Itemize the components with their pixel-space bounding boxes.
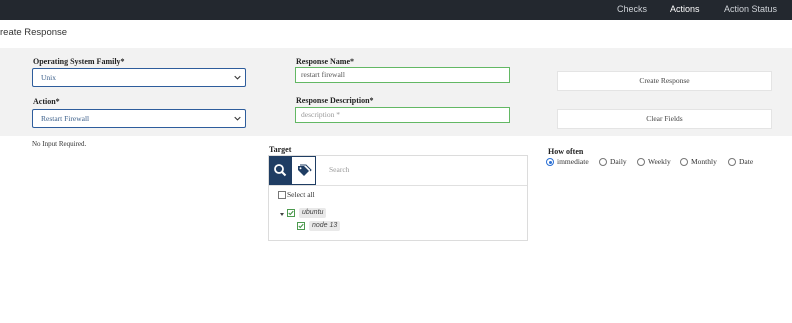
search-tab-button[interactable] bbox=[269, 156, 291, 185]
radio-date[interactable] bbox=[728, 158, 736, 166]
radio-immediate[interactable] bbox=[546, 158, 554, 166]
tree-item-node-13[interactable]: node 13 bbox=[309, 221, 341, 231]
top-navbar: Checks Actions Action Status bbox=[0, 0, 792, 20]
target-divider bbox=[269, 185, 527, 186]
target-search-input[interactable]: Search bbox=[329, 165, 349, 174]
os-family-select[interactable]: Unix bbox=[32, 68, 246, 87]
response-name-label: Response Name* bbox=[296, 57, 354, 66]
search-icon bbox=[274, 164, 287, 177]
clear-fields-button[interactable]: Clear Fields bbox=[557, 109, 772, 129]
response-description-input[interactable]: description * bbox=[295, 107, 510, 123]
page-title: reate Response bbox=[0, 27, 68, 38]
nav-actions[interactable]: Actions bbox=[670, 4, 700, 14]
action-select[interactable]: Restart Firewall bbox=[32, 109, 246, 128]
action-value: Restart Firewall bbox=[41, 114, 90, 123]
response-name-input[interactable]: restart firewall bbox=[295, 67, 510, 83]
radio-monthly-label: Monthly bbox=[691, 157, 717, 166]
os-family-label: Operating System Family* bbox=[33, 57, 125, 66]
checkmark-icon bbox=[298, 223, 304, 229]
checkmark-icon bbox=[288, 210, 294, 216]
radio-weekly-label: Weekly bbox=[648, 157, 671, 166]
create-response-button[interactable]: Create Response bbox=[557, 71, 772, 91]
target-panel: Search Select all ubuntu node 13 bbox=[268, 155, 528, 241]
nav-action-status[interactable]: Action Status bbox=[724, 4, 777, 14]
expand-caret-icon[interactable] bbox=[280, 213, 284, 216]
select-all-checkbox[interactable] bbox=[278, 191, 286, 199]
select-all-label: Select all bbox=[287, 190, 315, 199]
tree-item-ubuntu[interactable]: ubuntu bbox=[299, 208, 327, 218]
nav-checks[interactable]: Checks bbox=[617, 4, 647, 14]
action-label: Action* bbox=[33, 97, 60, 106]
response-description-label: Response Description* bbox=[296, 96, 374, 105]
tag-tab-button[interactable] bbox=[291, 156, 316, 185]
radio-daily[interactable] bbox=[599, 158, 607, 166]
radio-daily-label: Daily bbox=[610, 157, 627, 166]
ubuntu-checkbox[interactable] bbox=[287, 209, 295, 217]
radio-monthly[interactable] bbox=[680, 158, 688, 166]
radio-immediate-label: immediate bbox=[557, 157, 589, 166]
target-label: Target bbox=[269, 145, 292, 154]
how-often-label: How often bbox=[548, 147, 584, 156]
radio-date-label: Date bbox=[739, 157, 754, 166]
no-input-text: No Input Required. bbox=[32, 140, 87, 148]
chevron-down-icon bbox=[234, 75, 241, 80]
chevron-down-icon bbox=[234, 116, 241, 121]
tags-icon bbox=[298, 164, 312, 176]
node13-checkbox[interactable] bbox=[297, 222, 305, 230]
os-family-value: Unix bbox=[41, 73, 56, 82]
radio-weekly[interactable] bbox=[637, 158, 645, 166]
